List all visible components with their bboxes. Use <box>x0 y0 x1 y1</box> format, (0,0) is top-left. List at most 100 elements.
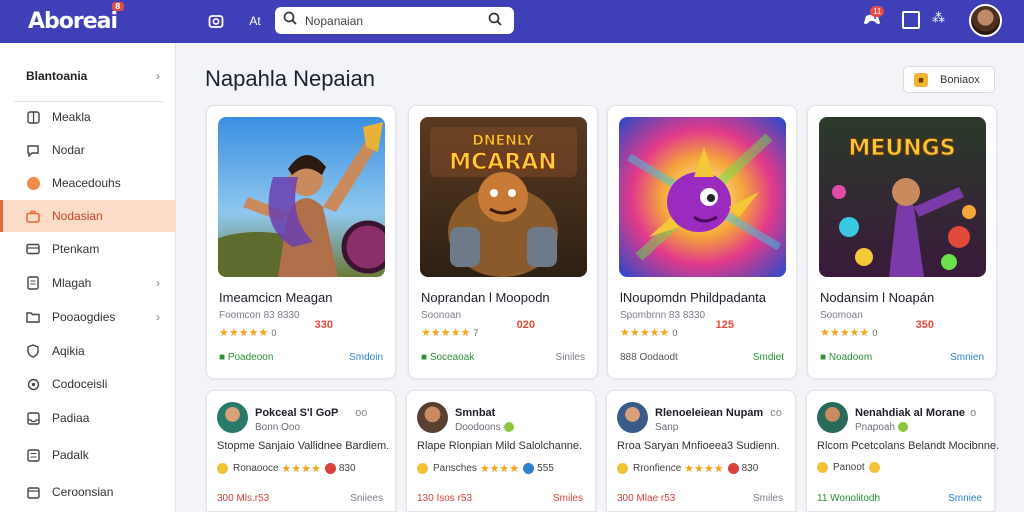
game-price: 350 <box>915 319 934 331</box>
review-footer-link[interactable]: Smiles <box>553 493 583 504</box>
sidebar-item-codoceisli[interactable]: Codoceisli <box>0 368 176 400</box>
sidebar: Blantoania › Meakla Nodar Meacedouhs Nod… <box>0 43 176 512</box>
search-bar <box>275 7 514 34</box>
badge-icon <box>217 463 228 474</box>
reviewer-avatar[interactable] <box>817 402 848 433</box>
sidebar-item-ptenkam[interactable]: Ptenkam <box>0 233 176 265</box>
reviewer-avatar[interactable] <box>617 402 648 433</box>
review-meta: Pnapoah <box>855 422 909 433</box>
hash-icon[interactable]: ⁂ <box>932 10 945 26</box>
camera-icon[interactable] <box>206 11 226 31</box>
folder-icon <box>24 309 42 325</box>
game-title[interactable]: Noprandan l Moopodn <box>421 290 550 305</box>
review-card[interactable]: Rlenoeleiean Nupam co Sanp Rroa Saryan M… <box>606 390 796 512</box>
game-subtitle: Foomcon 83 8330 <box>219 310 300 321</box>
star-rating: ★★★★★ <box>820 327 870 339</box>
orange-dot-icon <box>24 175 42 191</box>
search-input[interactable] <box>305 13 475 28</box>
game-footer-left: ■ Poadeoon <box>219 352 274 363</box>
review-text: Stopme Sanjaio Vallidnee Bardiem. <box>217 440 390 452</box>
game-art-hero[interactable] <box>218 117 385 277</box>
sidebar-item-padiaa[interactable]: Padiaa <box>0 402 176 434</box>
game-title[interactable]: lNoupomdn Phildpadanta <box>620 290 766 305</box>
game-title[interactable]: Nodansim l Noapán <box>820 290 934 305</box>
sidebar-item-mlagah[interactable]: Mlagah › <box>0 267 176 299</box>
briefcase-icon <box>24 208 42 224</box>
review-footer-link[interactable]: Smniee <box>948 493 982 504</box>
sidebar-item-meakla[interactable]: Meakla <box>0 101 176 133</box>
user-avatar[interactable] <box>969 4 1002 37</box>
review-meta: Doodoons <box>455 422 514 433</box>
chevron-right-icon: › <box>156 310 160 324</box>
top-action-button[interactable]: ■ Boniaox <box>903 66 995 93</box>
sidebar-item-padalk[interactable]: Padalk <box>0 439 176 471</box>
game-footer-link[interactable]: Siniles <box>556 352 585 363</box>
window-icon[interactable] <box>902 11 920 29</box>
sidebar-item-aqikia[interactable]: Aqikia <box>0 335 176 367</box>
game-card[interactable]: MEUNGS Nodansim l Noapán Soomoan ★★★★★ 0… <box>807 105 997 379</box>
star-rating: ★★★★★ <box>620 327 670 339</box>
art-title-line1: DNENLY <box>472 133 534 149</box>
notifications-button[interactable]: 11 <box>858 6 886 35</box>
chevron-right-icon: › <box>156 69 160 83</box>
game-footer-left: 888 Oodaodt <box>620 352 678 363</box>
review-text: Rlape Rlonpian Mild Salolchanne. <box>417 440 583 452</box>
art-title-line2: MCARAN <box>449 150 556 175</box>
game-subtitle: Soomoan <box>820 310 863 321</box>
grid-icon <box>24 109 42 125</box>
reviewer-avatar[interactable] <box>217 402 248 433</box>
art-title: MEUNGS <box>848 136 955 161</box>
game-footer-link[interactable]: Smdoin <box>349 352 383 363</box>
review-footer-link[interactable]: Sniiees <box>350 493 383 504</box>
sidebar-header[interactable]: Blantoania › <box>0 63 176 89</box>
search-submit-icon[interactable] <box>488 12 502 31</box>
reviewer-name[interactable]: Smnbat <box>455 407 495 419</box>
review-rating-row: Rronfience ★★★★ 830 <box>617 462 758 475</box>
badge-icon <box>817 462 828 473</box>
game-title[interactable]: Imeamcicn Meagan <box>219 290 332 305</box>
star-rating: ★★★★★ <box>421 327 471 339</box>
page-title: Napahla Nepaian <box>205 66 376 91</box>
sidebar-item-pooaogdies[interactable]: Pooaogdies › <box>0 301 176 333</box>
game-price: 125 <box>715 319 734 331</box>
game-rating: ★★★★★ 0 <box>820 326 877 339</box>
review-card[interactable]: Smnbat Doodoons Rlape Rlonpian Mild Salo… <box>406 390 596 512</box>
review-rating-row: Panoot <box>817 462 883 473</box>
game-footer-link[interactable]: Smnien <box>950 352 984 363</box>
reviewer-name[interactable]: Nenahdiak al Morane o <box>855 407 976 419</box>
badge-icon <box>617 463 628 474</box>
reviewer-name[interactable]: Rlenoeleiean Nupam co <box>655 407 782 419</box>
game-footer-link[interactable]: Smdiet <box>753 352 784 363</box>
gift-icon: ■ <box>914 72 928 87</box>
game-art-battle[interactable]: MEUNGS <box>819 117 986 277</box>
at-label[interactable]: At <box>245 11 265 31</box>
badge-icon <box>417 463 428 474</box>
shield-icon <box>24 343 42 359</box>
review-footer-link[interactable]: Smiles <box>753 493 783 504</box>
review-footer-left: 130 Isos r53 <box>417 493 473 504</box>
reviewer-avatar[interactable] <box>417 402 448 433</box>
sidebar-item-nodar[interactable]: Nodar <box>0 134 176 166</box>
review-card[interactable]: Nenahdiak al Morane o Pnapoah Rlcom Pcet… <box>806 390 999 512</box>
app-logo[interactable]: Aboreai 8 <box>28 2 174 34</box>
review-rating-row: Pansches ★★★★ 555 <box>417 462 554 475</box>
game-card[interactable]: DNENLY MCARAN Noprandan l Moopodn Soonoa… <box>408 105 598 379</box>
notification-badge: 11 <box>870 6 885 17</box>
game-art-warrior[interactable]: DNENLY MCARAN <box>420 117 587 277</box>
sidebar-item-nodasian[interactable]: Nodasian <box>0 200 176 232</box>
review-card[interactable]: Pokceal S'l GoP oo Bonn Ooo Stopme Sanja… <box>206 390 396 512</box>
rating-count: 0 <box>672 327 678 338</box>
game-card[interactable]: lNoupomdn Phildpadanta Spombrnn 83 8330 … <box>607 105 797 379</box>
game-price: 330 <box>314 319 333 331</box>
game-card[interactable]: Imeamcicn Meagan Foomcon 83 8330 ★★★★★ 0… <box>206 105 396 379</box>
review-meta: Bonn Ooo <box>255 422 301 433</box>
sidebar-item-meacedouhs[interactable]: Meacedouhs <box>0 167 176 199</box>
game-art-creature[interactable] <box>619 117 786 277</box>
search-icon <box>275 11 305 30</box>
top-bar: Aboreai 8 At 11 ⁂ <box>0 0 1024 43</box>
sidebar-item-ceroonsian[interactable]: Ceroonsian <box>0 476 176 508</box>
rating-count: 0 <box>872 327 878 338</box>
reviewer-name[interactable]: Pokceal S'l GoP oo <box>255 407 367 419</box>
star-rating: ★★★★ <box>281 463 321 475</box>
review-rating-row: Ronaooce ★★★★ 830 <box>217 462 356 475</box>
